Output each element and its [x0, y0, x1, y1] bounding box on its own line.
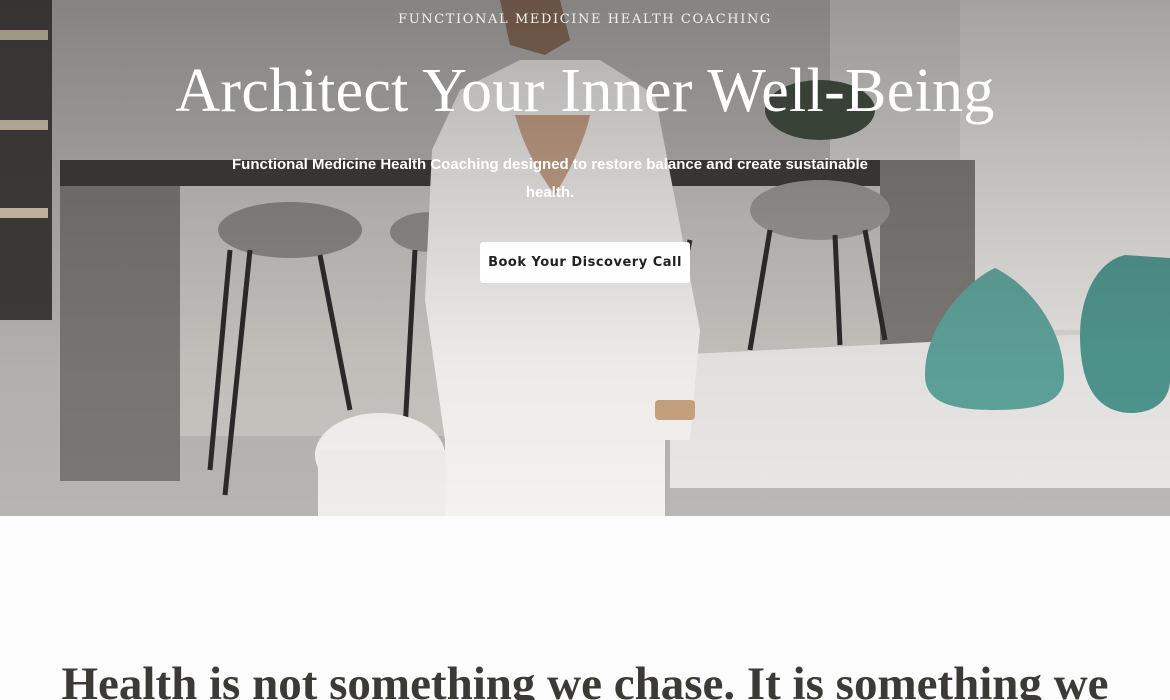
hero-title: Architect Your Inner Well-Being: [175, 57, 995, 125]
intro-section: Health is not something we chase. It is …: [0, 516, 1170, 700]
hero-section: FUNCTIONAL MEDICINE HEALTH COACHING Arch…: [0, 0, 1170, 516]
book-discovery-call-button[interactable]: Book Your Discovery Call: [480, 242, 690, 283]
intro-quote-heading: Health is not something we chase. It is …: [61, 658, 1109, 700]
hero-eyebrow: FUNCTIONAL MEDICINE HEALTH COACHING: [398, 12, 772, 27]
hero-subtitle: Functional Medicine Health Coaching desi…: [232, 156, 868, 201]
